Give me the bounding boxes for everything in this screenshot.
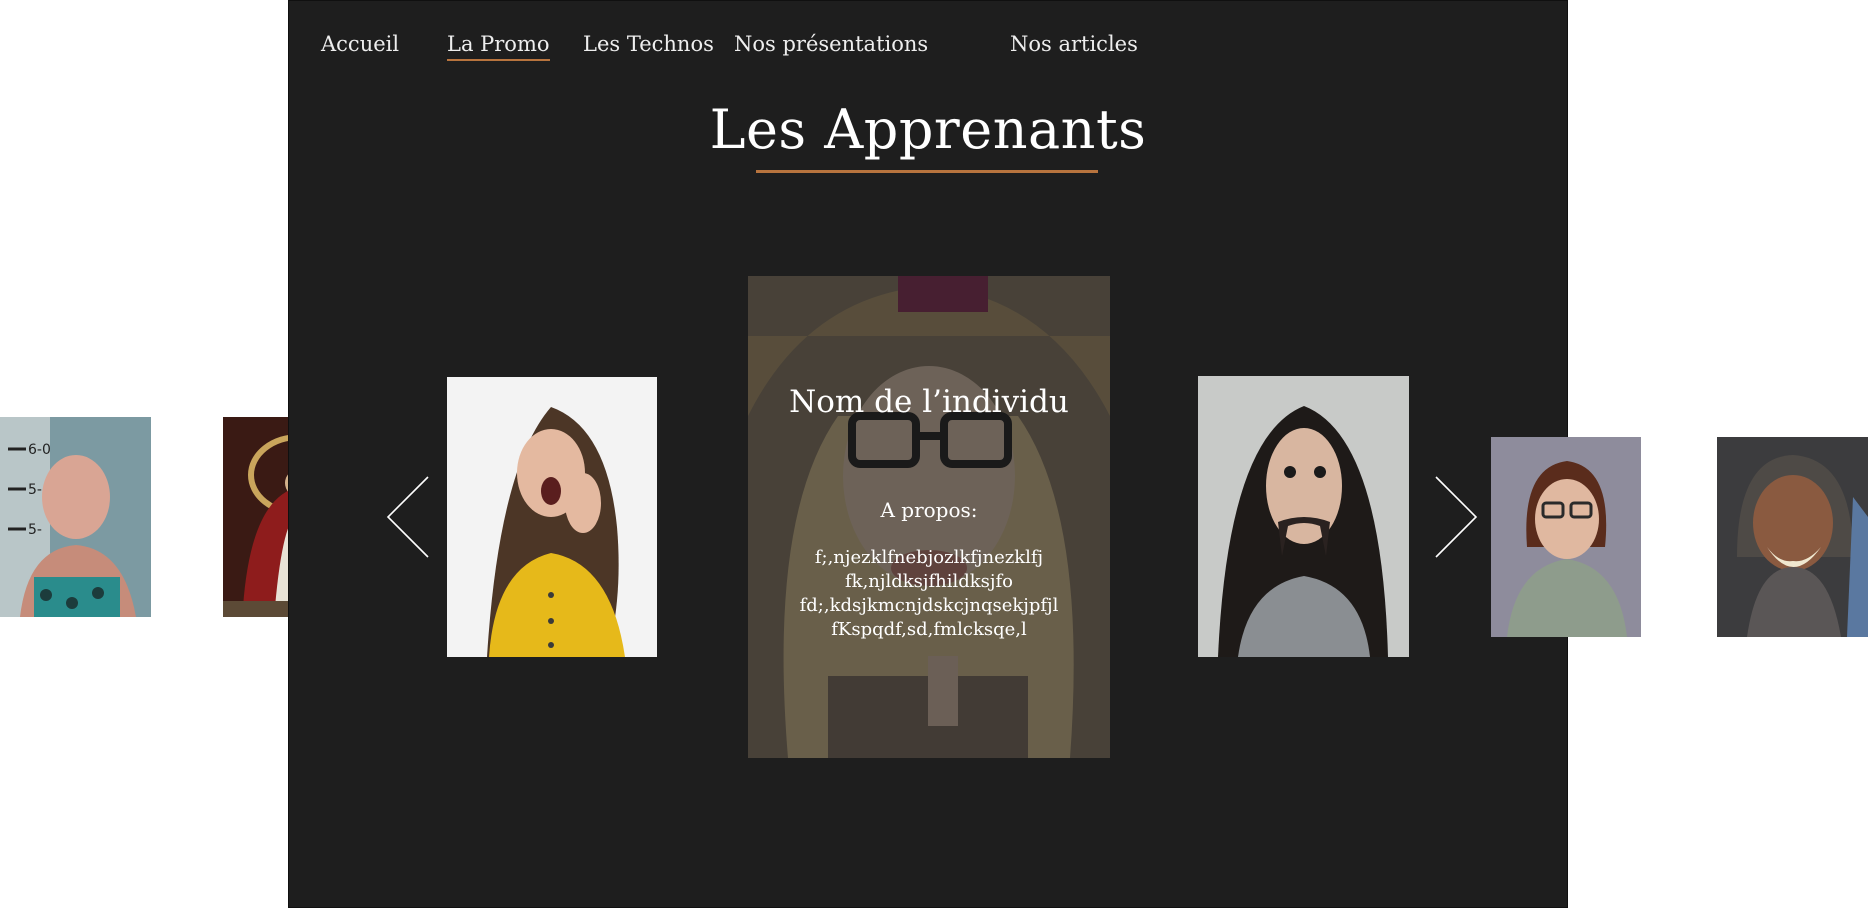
chevron-left-icon bbox=[386, 476, 429, 558]
featured-about-label: A propos: bbox=[880, 498, 978, 522]
page-title: Les Apprenants bbox=[709, 98, 1147, 161]
bio-line: fKspqdf,sd,fmlcksqe,l bbox=[831, 619, 1027, 640]
title-underline bbox=[756, 170, 1098, 173]
bio-line: fk,njldksjfhildksjfo bbox=[845, 571, 1013, 592]
bio-line: fd;,kdsjkmcnjdskcjnqsekjpfjl bbox=[799, 595, 1059, 616]
featured-student-name: Nom de l’individu bbox=[789, 384, 1069, 420]
svg-text:5-: 5- bbox=[28, 522, 42, 538]
svg-text:6-0: 6-0 bbox=[28, 442, 51, 458]
featured-bio: f;,njezklfnebjozlkfjnezklfj fk,njldksjfh… bbox=[748, 546, 1110, 642]
nav-item-nos-articles[interactable]: Nos articles bbox=[1010, 29, 1138, 59]
student-photo-6[interactable] bbox=[1717, 437, 1868, 637]
student-photo-1[interactable]: 6-0 5- 5- bbox=[0, 417, 151, 617]
student-photo-3[interactable] bbox=[447, 377, 657, 657]
nav-item-accueil[interactable]: Accueil bbox=[321, 29, 399, 59]
nav-item-la-promo[interactable]: La Promo bbox=[447, 29, 550, 61]
nav-item-les-technos[interactable]: Les Technos bbox=[583, 29, 714, 59]
chevron-right-icon bbox=[1435, 476, 1478, 558]
carousel-prev-button[interactable] bbox=[386, 476, 430, 558]
student-photo-4[interactable] bbox=[1198, 376, 1409, 657]
student-photo-5[interactable] bbox=[1491, 437, 1641, 637]
nav-item-nos-presentations[interactable]: Nos présentations bbox=[734, 29, 928, 59]
svg-text:5-: 5- bbox=[28, 482, 42, 498]
featured-student-card[interactable]: Nom de l’individu A propos: f;,njezklfne… bbox=[748, 276, 1110, 758]
carousel-next-button[interactable] bbox=[1434, 476, 1478, 558]
bio-line: f;,njezklfnebjozlkfjnezklfj bbox=[814, 547, 1044, 568]
